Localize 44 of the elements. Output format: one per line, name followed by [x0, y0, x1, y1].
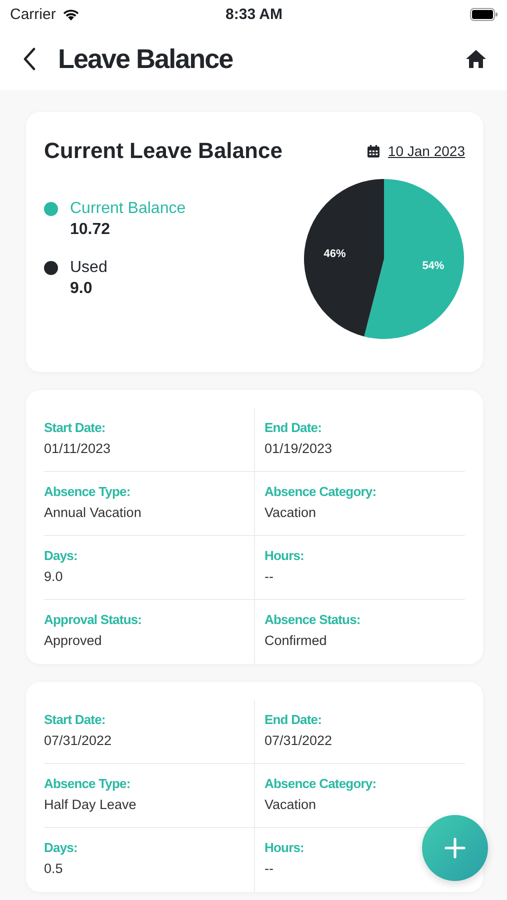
field-value: Vacation — [264, 797, 316, 812]
field-value: 01/19/2023 — [264, 441, 332, 456]
home-icon[interactable] — [465, 49, 487, 69]
field-label: Absence Category: — [264, 776, 376, 791]
field-value: Vacation — [264, 505, 316, 520]
clock-time: 8:33 AM — [224, 6, 284, 22]
field-label: Absence Type: — [44, 776, 130, 791]
field-label: Days: — [44, 840, 78, 855]
wifi-icon — [62, 8, 80, 20]
battery-icon — [470, 8, 498, 20]
legend-label: Current Balance — [70, 200, 186, 218]
field-label: Hours: — [264, 548, 304, 563]
field-label: Days: — [44, 548, 78, 563]
field-value: 01/11/2023 — [44, 441, 111, 456]
field-value: Approved — [44, 633, 102, 648]
field-label: Absence Status: — [264, 612, 360, 627]
card-title: Current Leave Balance — [44, 138, 282, 164]
field-label: Start Date: — [44, 712, 106, 727]
slice-label: 54% — [422, 260, 444, 272]
field-label: Hours: — [264, 840, 304, 855]
field-value: 07/31/2022 — [264, 733, 332, 748]
field-value: 9.0 — [44, 569, 63, 584]
field-value: 0.5 — [44, 861, 63, 876]
field-value: -- — [264, 569, 274, 584]
plus-icon — [444, 837, 466, 859]
field-value: 07/31/2022 — [44, 733, 112, 748]
field-label: Approval Status: — [44, 612, 142, 627]
carrier-name: Carrier — [10, 6, 56, 22]
field-label: Absence Category: — [264, 484, 376, 499]
calendar-icon — [366, 144, 380, 158]
field-label: End Date: — [264, 420, 322, 435]
legend-value: 9.0 — [70, 280, 94, 298]
field-value: -- — [264, 861, 274, 876]
field-label: End Date: — [264, 712, 322, 727]
field-label: Absence Type: — [44, 484, 130, 499]
field-value: Half Day Leave — [44, 797, 136, 812]
date-link[interactable]: 10 Jan 2023 — [388, 143, 465, 159]
slice-label: 46% — [324, 248, 346, 260]
legend-label: Used — [70, 259, 108, 277]
page-title: Leave Balance — [58, 44, 234, 74]
field-value: Confirmed — [264, 633, 327, 648]
legend-value: 10.72 — [70, 221, 112, 239]
field-value: Annual Vacation — [44, 505, 142, 520]
field-label: Start Date: — [44, 420, 106, 435]
